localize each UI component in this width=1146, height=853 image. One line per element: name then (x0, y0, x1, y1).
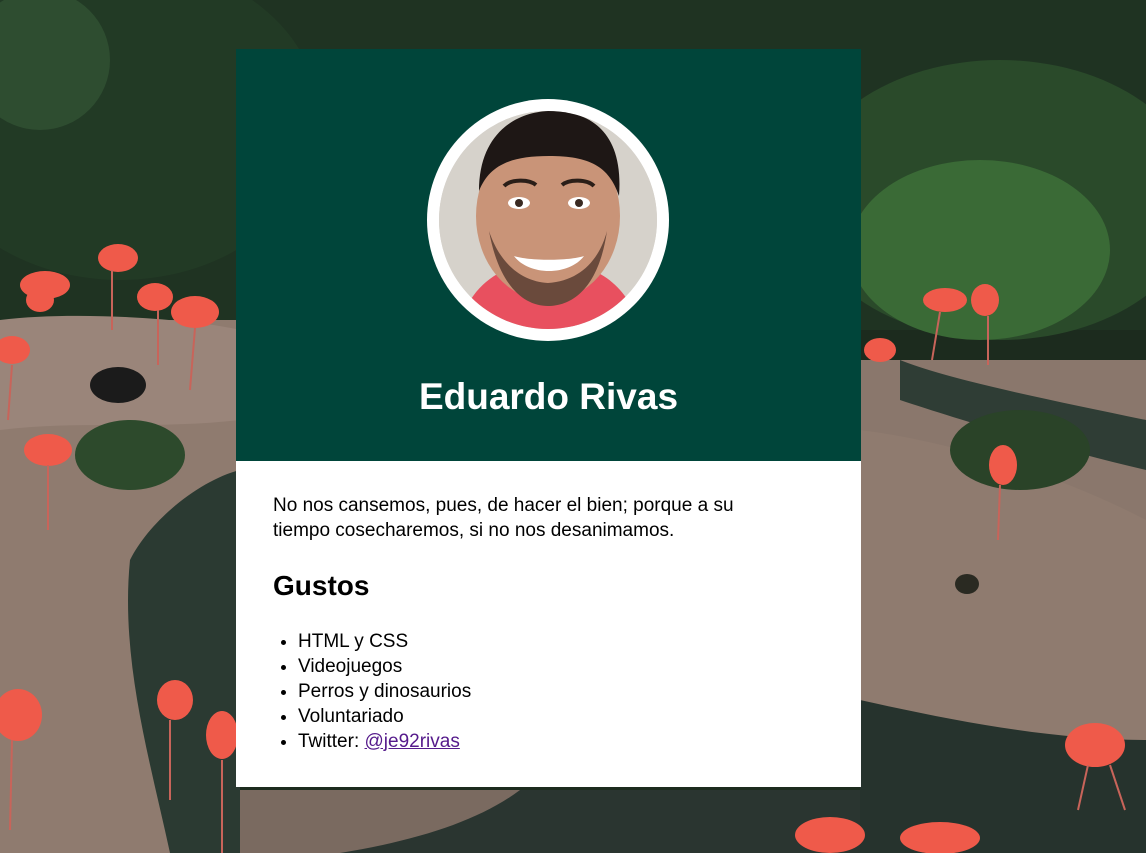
avatar-face-image (439, 111, 657, 329)
list-item: HTML y CSS (298, 629, 824, 654)
list-item: Twitter: @je92rivas (298, 729, 824, 754)
profile-card: Eduardo Rivas No nos cansemos, pues, de … (236, 49, 861, 787)
list-item: Perros y dinosaurios (298, 679, 824, 704)
avatar-photo (439, 111, 657, 329)
profile-quote: No nos cansemos, pues, de hacer el bien;… (273, 495, 734, 541)
profile-name: Eduardo Rivas (418, 376, 679, 417)
likes-list: HTML y CSS Videojuegos Perros y dinosaur… (273, 629, 824, 754)
avatar (427, 99, 669, 341)
profile-header: Eduardo Rivas (236, 49, 861, 461)
twitter-link[interactable]: @je92rivas (365, 731, 460, 752)
list-item: Voluntariado (298, 704, 824, 729)
twitter-label: Twitter: (298, 731, 365, 752)
likes-title: Gustos (273, 570, 370, 601)
list-item: Videojuegos (298, 654, 824, 679)
profile-body: No nos cansemos, pues, de hacer el bien;… (236, 461, 861, 754)
